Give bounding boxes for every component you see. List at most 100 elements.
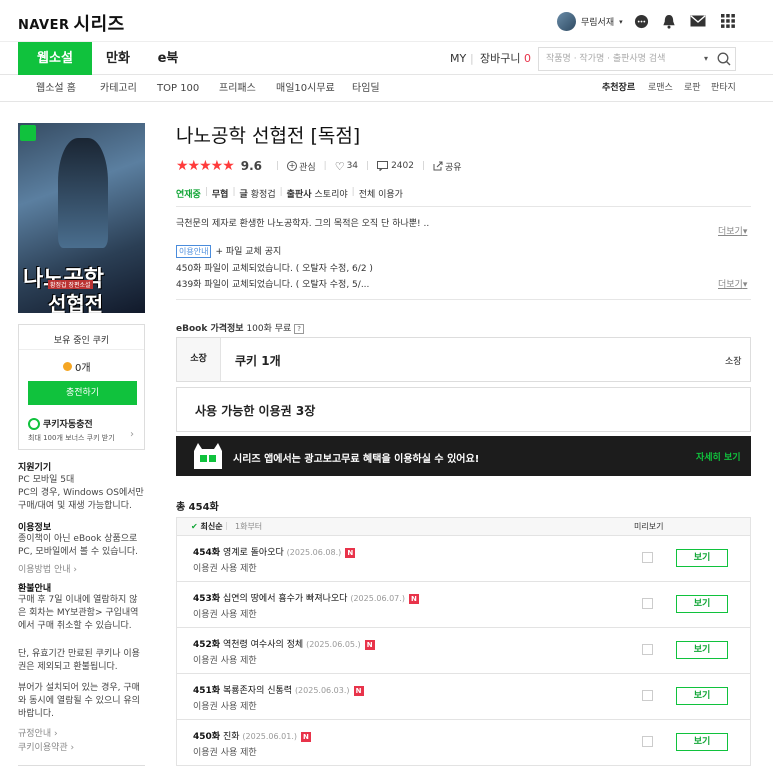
search-icon[interactable]	[717, 52, 731, 75]
banner-detail-link[interactable]: 자세히 보기	[696, 450, 741, 463]
chevron-down-icon[interactable]: ▾	[704, 48, 708, 70]
auto-charge-icon	[28, 417, 40, 430]
sub-nav: 웹소설 홈 카테고리 TOP 100 프리패스 매일10시무료 타임딜 추천장르…	[0, 75, 773, 102]
subnav-top100[interactable]: TOP 100	[157, 75, 199, 102]
auto-charge-title: 쿠키자동충전	[43, 420, 93, 430]
app-banner[interactable]: 시리즈 앱에서는 광고보고무료 혜택을 이용하실 수 있어요! 자세히 보기	[176, 436, 751, 476]
view-button[interactable]: 보기	[676, 549, 728, 567]
episode-date: (2025.06.03.)	[294, 686, 350, 695]
episode-total: 총 454화	[176, 502, 219, 513]
view-button[interactable]: 보기	[676, 595, 728, 613]
episode-row[interactable]: 452화 역천령 여수사의 정체 (2025.06.05.) N 이용권 사용 제…	[176, 628, 751, 674]
episode-no: 452화	[193, 640, 221, 650]
tab-webnovel[interactable]: 웹소설	[18, 42, 92, 75]
cover-image[interactable]: 나노공학 황정겁 장편소설 선협전	[18, 123, 145, 313]
episode-row[interactable]: 454화 영계로 돌아오다 (2025.06.08.) N 이용권 사용 제한 보…	[176, 536, 751, 582]
view-button[interactable]: 보기	[676, 641, 728, 659]
author-link[interactable]: 황정겁	[251, 187, 276, 200]
own-cookie-price: 쿠키 1개	[235, 354, 281, 368]
cookie-terms-text: 쿠키이용약관	[18, 743, 68, 753]
preview-icon[interactable]	[642, 644, 653, 655]
interest-button[interactable]: + 관심	[287, 160, 316, 173]
genre-rofan[interactable]: 로판	[684, 75, 701, 102]
price-heading-text: eBook 가격정보	[176, 324, 244, 334]
sort-first[interactable]: 1화부터	[235, 521, 262, 532]
bell-icon[interactable]	[661, 13, 677, 29]
mail-icon[interactable]	[690, 13, 706, 29]
episode-no: 453화	[193, 594, 221, 604]
chat-icon[interactable]	[633, 13, 649, 29]
auto-charge-link[interactable]: 쿠키자동충전	[28, 417, 93, 430]
episode-title[interactable]: 452화 역천령 여수사의 정체 (2025.06.05.) N	[193, 637, 375, 650]
episode-title[interactable]: 451화 복룡존자의 신통력 (2025.06.03.) N	[193, 683, 364, 696]
episode-restrict: 이용권 사용 제한	[193, 610, 257, 620]
preview-icon[interactable]	[642, 736, 653, 747]
subnav-timedeal[interactable]: 타임딜	[352, 75, 380, 102]
notice-badge: 이용안내	[176, 245, 212, 258]
episode-restrict: 이용권 사용 제한	[193, 702, 257, 712]
grid-menu-icon[interactable]	[720, 13, 736, 29]
genre-romance[interactable]: 로맨스	[648, 75, 673, 102]
chevron-right-icon: ›	[130, 429, 134, 440]
genre-fantasy[interactable]: 판타지	[711, 75, 736, 102]
divider	[19, 349, 144, 350]
user-menu[interactable]: 무림서재 ▾	[557, 12, 623, 31]
new-badge-icon: N	[345, 547, 356, 558]
comment-count: 2402	[391, 161, 414, 171]
episode-name: 진화	[222, 732, 240, 742]
notice-row: 이용안내 + 파일 교체 공지	[176, 244, 281, 258]
episode-list-header: ✔ 최신순 | 1화부터 미리보기	[176, 517, 751, 536]
my-link[interactable]: MY	[450, 42, 466, 75]
preview-icon[interactable]	[642, 552, 653, 563]
author-label: 글	[239, 190, 248, 200]
preview-icon[interactable]	[642, 690, 653, 701]
series-mascot-icon	[190, 441, 226, 471]
tab-comic[interactable]: 만화	[92, 42, 144, 75]
new-badge-icon: N	[364, 639, 375, 650]
publisher-link[interactable]: 스토리야	[315, 187, 348, 200]
genre-label[interactable]: 무협	[212, 187, 229, 200]
subnav-webnovel-home[interactable]: 웹소설 홈	[36, 75, 76, 102]
cart-link[interactable]: 장바구니 0	[480, 42, 531, 75]
subnav-daily-free[interactable]: 매일10시무료	[276, 75, 335, 102]
view-button[interactable]: 보기	[676, 733, 728, 751]
sort-latest[interactable]: ✔ 최신순	[191, 521, 223, 532]
naver-series-logo[interactable]: NAVER 시리즈	[18, 9, 125, 35]
tab-ebook[interactable]: e북	[144, 42, 192, 75]
episode-row[interactable]: 451화 복룡존자의 신통력 (2025.06.03.) N 이용권 사용 제한 …	[176, 674, 751, 720]
auto-charge-desc: 최대 100개 보너스 쿠키 받기	[28, 434, 115, 442]
view-button[interactable]: 보기	[676, 687, 728, 705]
ticket-box: 사용 가능한 이용권 3장	[176, 387, 751, 432]
charge-button[interactable]: 충전하기	[28, 381, 137, 405]
share-button[interactable]: 공유	[433, 160, 462, 173]
help-icon[interactable]: ?	[294, 324, 304, 334]
device-heading: 지원기기	[18, 463, 52, 473]
comment-button[interactable]: 2402	[377, 161, 414, 171]
episode-title[interactable]: 453화 십연의 땅에서 흉수가 빠져나오다 (2025.06.07.) N	[193, 591, 419, 604]
use-guide-link[interactable]: 이용방법 안내 ›	[18, 562, 77, 575]
subnav-category[interactable]: 카테고리	[100, 75, 137, 102]
rules-link[interactable]: 규정안내 ›	[18, 726, 58, 739]
episode-row[interactable]: 450화 진화 (2025.06.01.) N 이용권 사용 제한 보기	[176, 720, 751, 766]
device-note: PC의 경우, Windows OS에서만 구매/대여 및 재생 가능합니다.	[18, 488, 144, 511]
episode-title[interactable]: 454화 영계로 돌아오다 (2025.06.08.) N	[193, 545, 356, 558]
divider: |	[204, 187, 208, 197]
preview-header: 미리보기	[634, 522, 664, 531]
plus-circle-icon: +	[287, 161, 298, 171]
synopsis-more-link[interactable]: 더보기▾	[718, 224, 747, 237]
ticket-text: 사용 가능한 이용권 3장	[195, 404, 316, 418]
search-input[interactable]: 작품명 · 작가명 · 출판사명 검색 ▾	[538, 47, 736, 71]
refund-text-2: 단, 유효기간 만료된 쿠키나 이용권은 제외되고 환불됩니다.	[18, 649, 140, 672]
like-button[interactable]: ♡ 34	[335, 160, 358, 173]
episode-title[interactable]: 450화 진화 (2025.06.01.) N	[193, 729, 311, 742]
divider: |	[279, 187, 283, 197]
cookie-terms-link[interactable]: 쿠키이용약관 ›	[18, 740, 74, 753]
heart-icon: ♡	[334, 159, 345, 173]
cart-count: 0	[523, 52, 531, 65]
subnav-freepass[interactable]: 프리패스	[219, 75, 256, 102]
preview-icon[interactable]	[642, 598, 653, 609]
episode-row[interactable]: 453화 십연의 땅에서 흉수가 빠져나오다 (2025.06.07.) N 이용…	[176, 582, 751, 628]
episode-name: 십연의 땅에서 흉수가 빠져나오다	[222, 594, 348, 604]
notice-more-link[interactable]: 더보기▾	[718, 277, 747, 290]
use-guide-text: 이용방법 안내	[18, 565, 71, 575]
